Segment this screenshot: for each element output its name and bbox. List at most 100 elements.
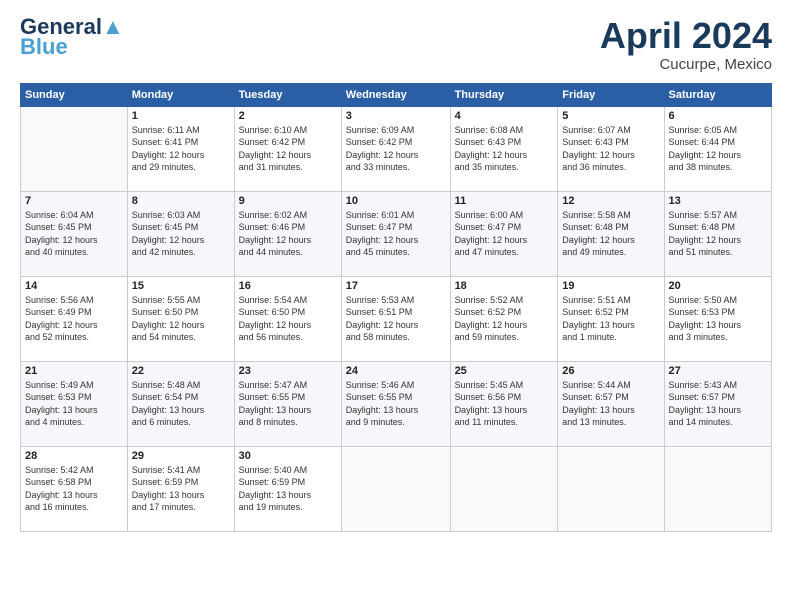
day-number: 16 <box>239 280 337 292</box>
calendar-cell: 29 Sunrise: 5:41 AM Sunset: 6:59 PM Dayli… <box>127 446 234 531</box>
day-number: 4 <box>455 110 554 122</box>
calendar-cell: 22 Sunrise: 5:48 AM Sunset: 6:54 PM Dayli… <box>127 361 234 446</box>
day-info: Sunrise: 6:05 AM Sunset: 6:44 PM Dayligh… <box>669 124 767 174</box>
day-info: Sunrise: 6:07 AM Sunset: 6:43 PM Dayligh… <box>562 124 659 174</box>
calendar-cell: 5 Sunrise: 6:07 AM Sunset: 6:43 PM Daylig… <box>558 106 664 191</box>
calendar-cell: 25Sunrise: 5:45 AM Sunset: 6:56 PM Dayli… <box>450 361 558 446</box>
calendar-cell: 4 Sunrise: 6:08 AM Sunset: 6:43 PM Daylig… <box>450 106 558 191</box>
day-info: Sunrise: 6:09 AM Sunset: 6:42 PM Dayligh… <box>346 124 446 174</box>
calendar-cell: 7 Sunrise: 6:04 AM Sunset: 6:45 PM Daylig… <box>21 191 128 276</box>
day-info: Sunrise: 6:03 AM Sunset: 6:45 PM Dayligh… <box>132 209 230 259</box>
calendar-cell: 12 Sunrise: 5:58 AM Sunset: 6:48 PM Dayli… <box>558 191 664 276</box>
month-title: April 2024 <box>600 16 772 56</box>
day-info: Sunrise: 5:48 AM Sunset: 6:54 PM Dayligh… <box>132 379 230 429</box>
calendar-week-row: 7 Sunrise: 6:04 AM Sunset: 6:45 PM Daylig… <box>21 191 772 276</box>
day-info: Sunrise: 5:55 AM Sunset: 6:50 PM Dayligh… <box>132 294 230 344</box>
calendar-cell: 9Sunrise: 6:02 AM Sunset: 6:46 PM Daylig… <box>234 191 341 276</box>
calendar-cell: 13 Sunrise: 5:57 AM Sunset: 6:48 PM Dayli… <box>664 191 771 276</box>
day-info: Sunrise: 5:58 AM Sunset: 6:48 PM Dayligh… <box>562 209 659 259</box>
day-info: Sunrise: 5:40 AM Sunset: 6:59 PM Dayligh… <box>239 464 337 514</box>
weekday-header: Sunday <box>21 83 128 106</box>
day-info: Sunrise: 5:47 AM Sunset: 6:55 PM Dayligh… <box>239 379 337 429</box>
day-info: Sunrise: 6:04 AM Sunset: 6:45 PM Dayligh… <box>25 209 123 259</box>
day-info: Sunrise: 5:56 AM Sunset: 6:49 PM Dayligh… <box>25 294 123 344</box>
day-info: Sunrise: 6:02 AM Sunset: 6:46 PM Dayligh… <box>239 209 337 259</box>
calendar-cell: 14 Sunrise: 5:56 AM Sunset: 6:49 PM Dayli… <box>21 276 128 361</box>
calendar-body: 1 Sunrise: 6:11 AM Sunset: 6:41 PM Daylig… <box>21 106 772 531</box>
weekday-header: Monday <box>127 83 234 106</box>
calendar-week-row: 1 Sunrise: 6:11 AM Sunset: 6:41 PM Daylig… <box>21 106 772 191</box>
calendar-cell: 11 Sunrise: 6:00 AM Sunset: 6:47 PM Dayli… <box>450 191 558 276</box>
calendar-cell: 30Sunrise: 5:40 AM Sunset: 6:59 PM Dayli… <box>234 446 341 531</box>
weekday-header: Thursday <box>450 83 558 106</box>
day-number: 7 <box>25 195 123 207</box>
day-number: 6 <box>669 110 767 122</box>
calendar-cell <box>558 446 664 531</box>
day-number: 10 <box>346 195 446 207</box>
calendar-cell <box>341 446 450 531</box>
day-number: 28 <box>25 450 123 462</box>
calendar-cell: 10Sunrise: 6:01 AM Sunset: 6:47 PM Dayli… <box>341 191 450 276</box>
day-number: 29 <box>132 450 230 462</box>
day-info: Sunrise: 6:11 AM Sunset: 6:41 PM Dayligh… <box>132 124 230 174</box>
weekday-header: Friday <box>558 83 664 106</box>
day-number: 21 <box>25 365 123 377</box>
calendar-cell: 18Sunrise: 5:52 AM Sunset: 6:52 PM Dayli… <box>450 276 558 361</box>
calendar-cell: 28Sunrise: 5:42 AM Sunset: 6:58 PM Dayli… <box>21 446 128 531</box>
calendar-week-row: 14 Sunrise: 5:56 AM Sunset: 6:49 PM Dayli… <box>21 276 772 361</box>
day-info: Sunrise: 5:46 AM Sunset: 6:55 PM Dayligh… <box>346 379 446 429</box>
calendar-cell <box>664 446 771 531</box>
calendar-cell: 2 Sunrise: 6:10 AM Sunset: 6:42 PM Daylig… <box>234 106 341 191</box>
day-info: Sunrise: 6:00 AM Sunset: 6:47 PM Dayligh… <box>455 209 554 259</box>
calendar-cell: 21 Sunrise: 5:49 AM Sunset: 6:53 PM Dayli… <box>21 361 128 446</box>
day-info: Sunrise: 5:41 AM Sunset: 6:59 PM Dayligh… <box>132 464 230 514</box>
day-number: 23 <box>239 365 337 377</box>
day-number: 8 <box>132 195 230 207</box>
calendar-cell: 16 Sunrise: 5:54 AM Sunset: 6:50 PM Dayli… <box>234 276 341 361</box>
logo: General▲ Blue <box>20 16 124 58</box>
day-number: 24 <box>346 365 446 377</box>
logo-blue: Blue <box>20 36 68 58</box>
calendar-header-row: SundayMondayTuesdayWednesdayThursdayFrid… <box>21 83 772 106</box>
day-info: Sunrise: 6:08 AM Sunset: 6:43 PM Dayligh… <box>455 124 554 174</box>
calendar-cell: 24 Sunrise: 5:46 AM Sunset: 6:55 PM Dayli… <box>341 361 450 446</box>
day-number: 11 <box>455 195 554 207</box>
calendar-cell: 23 Sunrise: 5:47 AM Sunset: 6:55 PM Dayli… <box>234 361 341 446</box>
day-info: Sunrise: 5:51 AM Sunset: 6:52 PM Dayligh… <box>562 294 659 344</box>
day-info: Sunrise: 6:10 AM Sunset: 6:42 PM Dayligh… <box>239 124 337 174</box>
day-number: 26 <box>562 365 659 377</box>
calendar-cell <box>21 106 128 191</box>
day-info: Sunrise: 5:49 AM Sunset: 6:53 PM Dayligh… <box>25 379 123 429</box>
day-number: 20 <box>669 280 767 292</box>
day-number: 14 <box>25 280 123 292</box>
title-area: April 2024 Cucurpe, Mexico <box>600 16 772 73</box>
weekday-header: Tuesday <box>234 83 341 106</box>
day-number: 13 <box>669 195 767 207</box>
day-number: 27 <box>669 365 767 377</box>
day-number: 25 <box>455 365 554 377</box>
weekday-header: Wednesday <box>341 83 450 106</box>
day-info: Sunrise: 5:50 AM Sunset: 6:53 PM Dayligh… <box>669 294 767 344</box>
calendar-cell: 3Sunrise: 6:09 AM Sunset: 6:42 PM Daylig… <box>341 106 450 191</box>
day-number: 19 <box>562 280 659 292</box>
calendar-week-row: 28Sunrise: 5:42 AM Sunset: 6:58 PM Dayli… <box>21 446 772 531</box>
day-number: 22 <box>132 365 230 377</box>
day-info: Sunrise: 5:57 AM Sunset: 6:48 PM Dayligh… <box>669 209 767 259</box>
day-number: 17 <box>346 280 446 292</box>
location: Cucurpe, Mexico <box>600 56 772 73</box>
day-number: 2 <box>239 110 337 122</box>
day-number: 1 <box>132 110 230 122</box>
calendar-cell: 15 Sunrise: 5:55 AM Sunset: 6:50 PM Dayli… <box>127 276 234 361</box>
page-header: General▲ Blue April 2024 Cucurpe, Mexico <box>20 16 772 73</box>
day-info: Sunrise: 5:52 AM Sunset: 6:52 PM Dayligh… <box>455 294 554 344</box>
weekday-header: Saturday <box>664 83 771 106</box>
day-number: 12 <box>562 195 659 207</box>
calendar-cell: 27 Sunrise: 5:43 AM Sunset: 6:57 PM Dayli… <box>664 361 771 446</box>
day-number: 5 <box>562 110 659 122</box>
calendar-week-row: 21 Sunrise: 5:49 AM Sunset: 6:53 PM Dayli… <box>21 361 772 446</box>
calendar-cell: 20 Sunrise: 5:50 AM Sunset: 6:53 PM Dayli… <box>664 276 771 361</box>
calendar-cell: 1 Sunrise: 6:11 AM Sunset: 6:41 PM Daylig… <box>127 106 234 191</box>
day-info: Sunrise: 5:43 AM Sunset: 6:57 PM Dayligh… <box>669 379 767 429</box>
day-number: 15 <box>132 280 230 292</box>
day-info: Sunrise: 5:54 AM Sunset: 6:50 PM Dayligh… <box>239 294 337 344</box>
